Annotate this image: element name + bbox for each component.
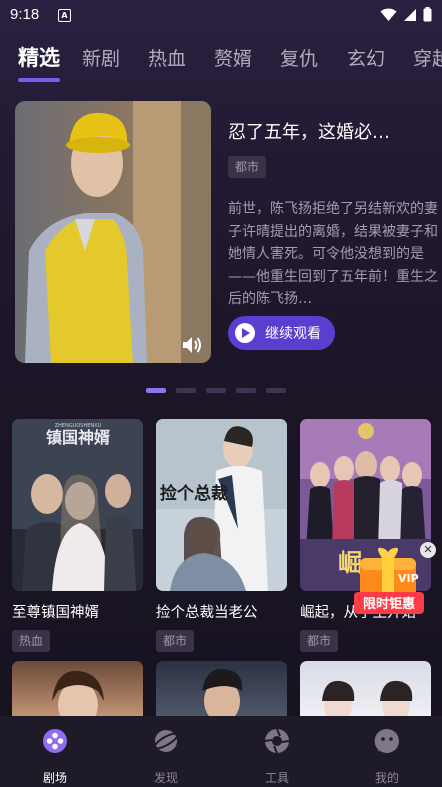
featured-poster-image — [15, 101, 211, 363]
promo-vip-label: VIP — [398, 572, 419, 585]
carousel-dot[interactable] — [176, 388, 196, 393]
poster-image — [202, 668, 243, 721]
wifi-icon — [380, 7, 397, 21]
category-tabs: 精选 新剧 热血 赘婿 复仇 玄幻 穿越 — [0, 38, 442, 82]
nav-item-tools[interactable]: 工具 — [247, 728, 307, 786]
nav-label: 我的 — [374, 771, 399, 785]
promo-label: 限时钜惠 — [363, 596, 415, 612]
drama-tag: 都市 — [300, 630, 339, 652]
tab-xuanhuan[interactable]: 玄幻 — [347, 44, 385, 71]
signal-icon — [404, 8, 416, 21]
poster-title-art: 捡个总裁 — [160, 483, 228, 504]
chat-face-icon — [374, 728, 399, 753]
continue-watching-label: 继续观看 — [265, 326, 321, 342]
tab-fuchou[interactable]: 复仇 — [280, 44, 318, 71]
drama-poster: 镇国神婿 ZHENGUOSHENXU — [12, 419, 143, 591]
app-notification-icon: A — [58, 9, 71, 22]
status-icons — [380, 7, 432, 22]
planet-icon — [153, 730, 179, 752]
drama-card[interactable]: 镇国神婿 ZHENGUOSHENXU 至尊镇国神婿 热血 — [12, 419, 143, 652]
tab-zhuixu[interactable]: 赘婿 — [214, 44, 252, 71]
carousel-dot[interactable] — [236, 388, 256, 393]
carousel-indicator — [146, 388, 286, 393]
close-icon[interactable]: ✕ — [420, 542, 436, 558]
poster-image — [52, 670, 104, 721]
nav-label: 发现 — [153, 771, 178, 785]
featured-title[interactable]: 忍了五年，这婚必… — [228, 118, 433, 144]
drama-title: 至尊镇国神婿 — [12, 605, 99, 621]
vip-promo-badge[interactable]: VIP 限时钜惠 — [352, 544, 426, 616]
drama-poster[interactable] — [300, 661, 431, 721]
tab-rexue[interactable]: 热血 — [148, 44, 186, 71]
poster-image: 镇国神婿 ZHENGUOSHENXU — [12, 419, 143, 591]
drama-tag: 热血 — [12, 630, 51, 652]
poster-image — [322, 680, 413, 721]
status-bar: 9:18 A — [0, 0, 442, 32]
poster-title-art: 镇国神婿 — [46, 428, 110, 447]
carousel-dot[interactable] — [146, 388, 166, 393]
drama-poster: 捡个总裁 — [156, 419, 287, 591]
featured-poster[interactable] — [15, 101, 211, 363]
nav-label: 剧场 — [42, 771, 67, 785]
tab-jingxuan[interactable]: 精选 — [18, 42, 60, 72]
carousel-dot[interactable] — [206, 388, 226, 393]
nav-item-profile[interactable]: 我的 — [357, 728, 417, 786]
continue-watching-button[interactable]: 继续观看 — [228, 316, 335, 350]
aperture-icon — [264, 728, 290, 754]
tab-xinju[interactable]: 新剧 — [82, 44, 120, 71]
battery-icon — [423, 7, 432, 22]
featured-description: 前世，陈飞扬拒绝了另结新欢的妻子许晴提出的离婚，结果被妻子和她情人害死。可令他没… — [228, 201, 438, 308]
drama-tag: 都市 — [156, 630, 195, 652]
bottom-nav: 剧场 发现 工具 我的 — [0, 716, 442, 787]
active-tab-indicator — [18, 78, 60, 82]
poster-subtitle-art: ZHENGUOSHENXU — [55, 423, 102, 429]
drama-poster[interactable] — [12, 661, 143, 721]
nav-label: 工具 — [264, 771, 289, 785]
carousel-dot[interactable] — [266, 388, 286, 393]
tab-chuanyue[interactable]: 穿越 — [413, 44, 442, 71]
sound-icon[interactable] — [181, 335, 203, 355]
theater-icon — [43, 729, 67, 753]
drama-card[interactable]: 捡个总裁 捡个总裁当老公 都市 — [156, 419, 287, 652]
drama-title: 捡个总裁当老公 — [156, 605, 258, 621]
featured-tag: 都市 — [228, 156, 267, 178]
gift-icon: VIP 限时钜惠 — [354, 547, 424, 614]
drama-poster[interactable] — [156, 661, 287, 721]
status-time: 9:18 — [10, 6, 40, 23]
nav-item-discover[interactable]: 发现 — [136, 728, 196, 786]
drama-card[interactable]: 崛 崛起，从学生开始 都市 — [300, 419, 431, 652]
poster-image: 捡个总裁 — [156, 419, 287, 591]
nav-item-theater[interactable]: 剧场 — [25, 728, 85, 786]
play-icon — [235, 323, 255, 343]
